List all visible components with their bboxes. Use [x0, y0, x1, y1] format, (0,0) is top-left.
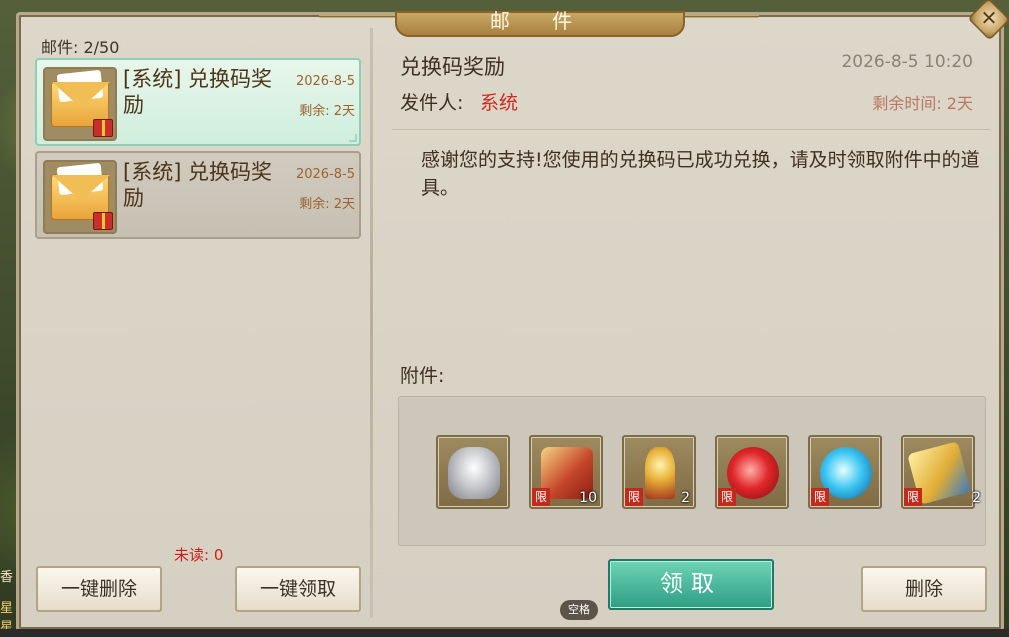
- mail-datetime: 2026-8-5 10:20: [841, 52, 973, 72]
- golden-key-icon: [645, 447, 675, 499]
- claim-button[interactable]: 领取: [608, 559, 774, 610]
- mail-title: [系统] 兑换码奖励: [123, 160, 273, 210]
- limited-tag: 限: [718, 488, 736, 506]
- attachment-slot[interactable]: 限 2: [622, 435, 696, 509]
- item-quantity: 2: [972, 490, 981, 506]
- sender-name: 系统: [480, 92, 519, 114]
- mail-body: 感谢您的支持!您使用的兑换码已成功兑换，请及时领取附件中的道具。: [421, 149, 980, 199]
- selected-corner-icon: [349, 134, 357, 142]
- space-key-hint: 空格: [560, 600, 598, 620]
- delete-all-button[interactable]: 一键删除: [36, 566, 162, 612]
- item-quantity: 10: [579, 490, 597, 506]
- attachment-slot[interactable]: 限: [715, 435, 789, 509]
- mail-list-item[interactable]: [系统] 兑换码奖励 2026-8-5 剩余: 2天: [35, 58, 361, 146]
- bottom-strip: [0, 629, 1009, 637]
- attachment-slot[interactable]: 限 10: [529, 435, 603, 509]
- close-icon: ✕: [980, 7, 998, 31]
- claim-all-button[interactable]: 一键领取: [235, 566, 361, 612]
- title-plate: 邮 件: [395, 11, 685, 37]
- attachment-slot[interactable]: 限: [808, 435, 882, 509]
- attachment-slot[interactable]: [436, 435, 510, 509]
- mail-remaining: 剩余: 2天: [299, 104, 355, 119]
- mail-list-panel: 邮件: 2/50 [系统] 兑换码奖励 2026-8-5 剩余: 2天 [系统]…: [19, 30, 365, 628]
- mail-title: [系统] 兑换码奖励: [123, 67, 273, 117]
- mail-subject: 兑换码奖励: [400, 55, 505, 79]
- item-quantity: 2: [681, 490, 690, 506]
- limited-tag: 限: [811, 488, 829, 506]
- sender-label: 发件人:: [400, 92, 464, 114]
- side-glyph: 星: [0, 601, 14, 616]
- attachment-slot[interactable]: 限 2: [901, 435, 981, 509]
- mail-date: 2026-8-5: [295, 167, 355, 182]
- remaining-time: 剩余时间: 2天: [872, 94, 973, 113]
- gift-icon: [93, 212, 113, 230]
- attachments-label: 附件:: [400, 365, 445, 387]
- mail-thumbnail: [43, 160, 117, 234]
- mail-date: 2026-8-5: [295, 74, 355, 89]
- title-ornament: [679, 15, 759, 31]
- silver-ingot-icon: [448, 447, 500, 499]
- mail-list-item[interactable]: [系统] 兑换码奖励 2026-8-5 剩余: 2天: [35, 151, 361, 239]
- limited-tag: 限: [532, 488, 550, 506]
- gift-icon: [93, 119, 113, 137]
- side-glyph: 香: [0, 570, 14, 585]
- header-divider: [392, 129, 990, 130]
- limited-tag: 限: [904, 488, 922, 506]
- attachments-panel: 限 10 限 2 限 限 限 2: [398, 396, 986, 546]
- window-title: 邮 件: [489, 9, 591, 33]
- title-ornament: [319, 15, 399, 31]
- mail-remaining: 剩余: 2天: [299, 197, 355, 212]
- column-divider: [370, 28, 373, 618]
- mail-thumbnail: [43, 67, 117, 141]
- limited-tag: 限: [625, 488, 643, 506]
- delete-button[interactable]: 删除: [861, 566, 987, 612]
- unread-count: 未读: 0: [174, 546, 224, 564]
- mail-count: 邮件: 2/50: [41, 38, 120, 57]
